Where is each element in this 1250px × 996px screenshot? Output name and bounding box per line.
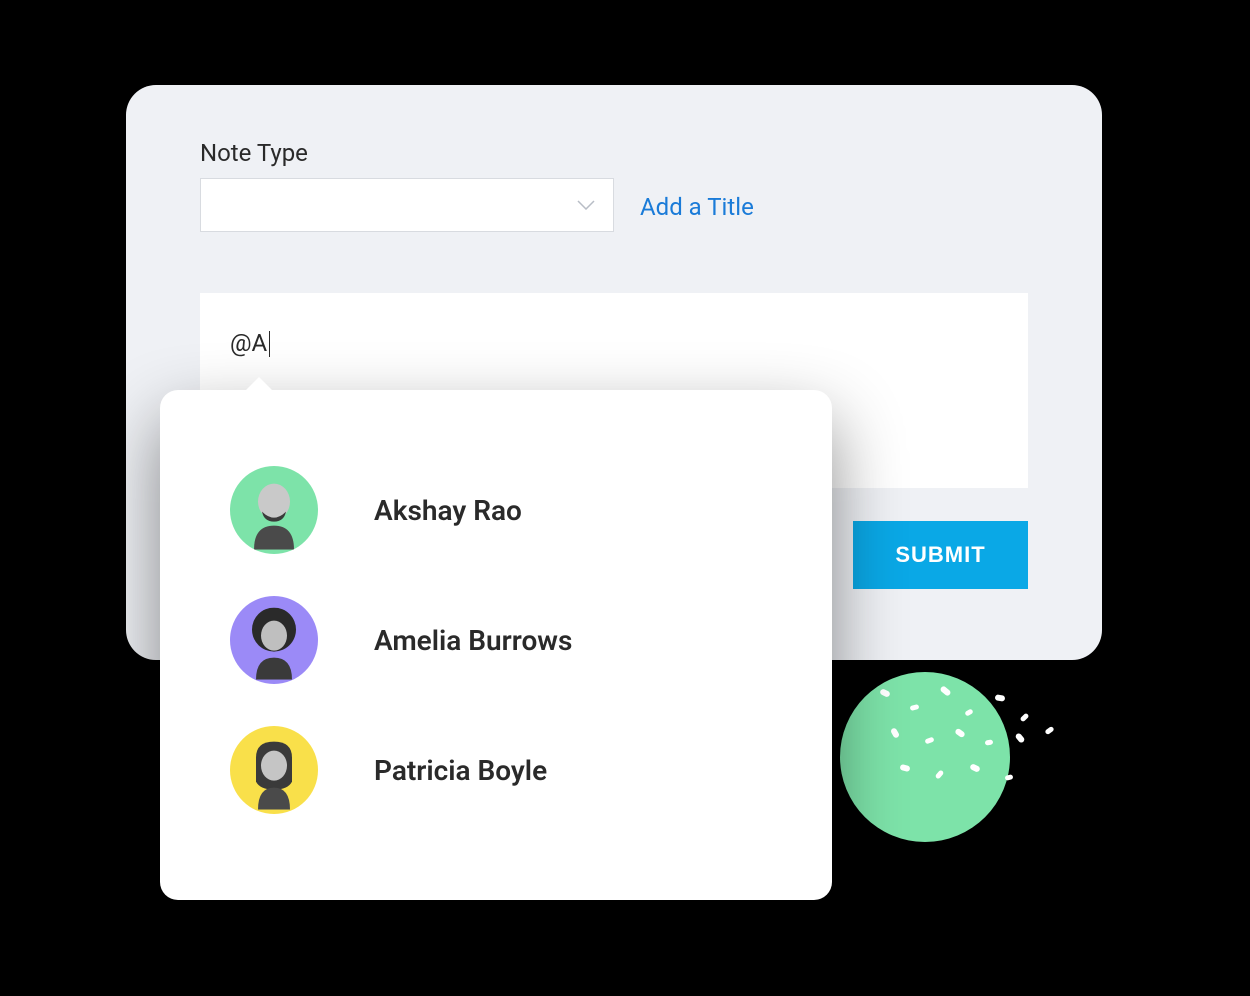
mention-name: Patricia Boyle bbox=[374, 754, 547, 787]
note-textarea-value: @A bbox=[230, 329, 267, 357]
mention-name: Akshay Rao bbox=[374, 494, 522, 527]
mention-item[interactable]: Akshay Rao bbox=[160, 445, 832, 575]
note-type-select[interactable] bbox=[200, 178, 614, 232]
avatar bbox=[230, 596, 318, 684]
mention-item[interactable]: Patricia Boyle bbox=[160, 705, 832, 835]
mention-list: Akshay Rao Amelia Burrows Patricia Boy bbox=[160, 390, 832, 835]
avatar bbox=[230, 466, 318, 554]
text-cursor bbox=[269, 331, 270, 357]
mention-name: Amelia Burrows bbox=[374, 624, 572, 657]
decorative-dots bbox=[870, 680, 1070, 800]
chevron-down-icon bbox=[577, 200, 595, 210]
avatar bbox=[230, 726, 318, 814]
add-title-link[interactable]: Add a Title bbox=[640, 193, 754, 221]
note-type-label: Note Type bbox=[200, 139, 308, 167]
popup-caret bbox=[245, 377, 273, 391]
mention-popup: Akshay Rao Amelia Burrows Patricia Boy bbox=[160, 390, 832, 900]
submit-button[interactable]: SUBMIT bbox=[853, 521, 1028, 589]
mention-item[interactable]: Amelia Burrows bbox=[160, 575, 832, 705]
